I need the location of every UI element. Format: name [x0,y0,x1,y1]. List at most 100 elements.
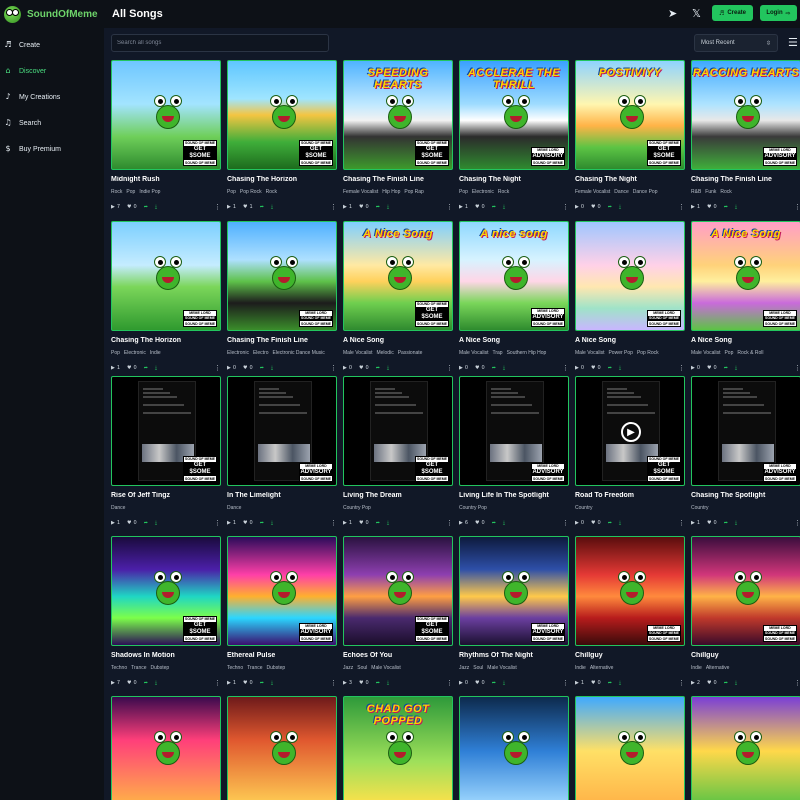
more-options-icon[interactable]: ⋮ [446,203,453,211]
create-button[interactable]: ♬ Create [712,5,753,21]
genre-tag[interactable]: Male Vocalist [691,350,720,356]
more-options-icon[interactable]: ⋮ [678,679,685,687]
like-button[interactable]: ♥ 0 [359,680,369,686]
song-cover[interactable] [575,696,685,800]
song-card[interactable]: RACCING HEARTS MEME LORD ADVISORY SOUND OF … [691,60,800,211]
sidebar-item-search[interactable]: ♫ Search [0,110,104,136]
share-icon[interactable]: ➦ [492,365,496,371]
play-count[interactable]: ▶ 0 [575,204,584,210]
download-icon[interactable]: ⤓ [271,365,273,371]
more-options-icon[interactable]: ⋮ [214,203,221,211]
download-icon[interactable]: ⤓ [503,680,505,686]
like-button[interactable]: ♥ 0 [243,365,253,371]
song-cover[interactable]: ▶ SOUND OF MEME GET $SOME SOUND OF MEME [575,376,685,486]
share-icon[interactable]: ➦ [608,680,612,686]
like-button[interactable]: ♥ 0 [359,520,369,526]
play-icon[interactable]: ▶ [621,422,641,442]
download-icon[interactable]: ⤓ [155,520,157,526]
share-icon[interactable]: ➦ [376,204,380,210]
song-card[interactable]: MEME LORD ADVISORY SOUND OF MEME In The Lim… [227,376,337,527]
play-count[interactable]: ▶ 1 [575,680,584,686]
share-icon[interactable]: ➦ [144,680,148,686]
share-icon[interactable]: ➦ [608,365,612,371]
song-title[interactable]: A Nice Song [691,337,800,346]
genre-tag[interactable]: Indie [575,665,586,671]
download-icon[interactable]: ⤓ [619,365,621,371]
genre-tag[interactable]: Male Vocalist [575,350,604,356]
download-icon[interactable]: ⤓ [619,520,621,526]
genre-tag[interactable]: Indie [691,665,702,671]
like-button[interactable]: ♥ 0 [359,204,369,210]
genre-tag[interactable]: Trance [131,665,146,671]
song-title[interactable]: Rise Of Jeff Tingz [111,492,221,501]
song-card[interactable]: MEME LORD ADVISORY SOUND OF MEME Ethereal P… [227,536,337,687]
login-button[interactable]: Login ⇨ [760,5,797,21]
play-count[interactable]: ▶ 6 [459,520,468,526]
genre-tag[interactable]: Country [691,505,709,511]
play-count[interactable]: ▶ 3 [343,680,352,686]
share-icon[interactable]: ➦ [144,520,148,526]
genre-tag[interactable]: Jazz [343,665,353,671]
genre-tag[interactable]: Male Vocalist [459,350,488,356]
like-button[interactable]: ♥ 0 [475,204,485,210]
genre-tag[interactable]: Techno [227,665,243,671]
sidebar-item-discover[interactable]: ⌂ Discover [0,58,104,84]
like-button[interactable]: ♥ 0 [707,365,717,371]
song-card[interactable]: ACCLERAE THE THRILL MEME LORD ADVISORY SOUN… [459,60,569,211]
song-title[interactable]: Road To Freedom [575,492,685,501]
like-button[interactable]: ♥ 1 [243,204,253,210]
song-card[interactable]: MEME LORD SOUND OF MEME SOUND OF MEME A Nic… [575,221,685,372]
genre-tag[interactable]: Rock [111,189,122,195]
play-count[interactable]: ▶ 1 [691,520,700,526]
share-icon[interactable]: ➦ [608,204,612,210]
download-icon[interactable]: ⤓ [387,365,389,371]
more-options-icon[interactable]: ⋮ [794,203,800,211]
genre-tag[interactable]: Jazz [459,665,469,671]
song-cover[interactable]: MEME LORD ADVISORY SOUND OF MEME [227,536,337,646]
download-icon[interactable]: ⤓ [503,365,505,371]
genre-tag[interactable]: Country Pop [459,505,487,511]
genre-tag[interactable]: Rock [266,189,277,195]
genre-tag[interactable]: Power Pop [608,350,632,356]
song-title[interactable]: A Nice Song [343,337,453,346]
song-title[interactable]: Chasing The Finish Line [227,337,337,346]
play-count[interactable]: ▶ 1 [111,365,120,371]
song-title[interactable]: A Nice Song [575,337,685,346]
download-icon[interactable]: ⤓ [387,680,389,686]
song-title[interactable]: Shadows In Motion [111,652,221,661]
share-icon[interactable]: ➦ [724,680,728,686]
song-cover[interactable]: SOUND OF MEME GET $SOME SOUND OF MEME [111,536,221,646]
song-title[interactable]: Chasing The Night [459,176,569,185]
genre-tag[interactable]: Alternative [706,665,730,671]
share-icon[interactable]: ➦ [608,520,612,526]
song-cover[interactable]: MEME LORD ADVISORY SOUND OF MEME [459,376,569,486]
genre-tag[interactable]: Electronic [227,350,249,356]
song-card[interactable]: SOUND OF MEME GET $SOME SOUND OF MEME Shado… [111,536,221,687]
song-card[interactable]: POSTIVIYY SOUND OF MEME GET $SOME SOUND OF … [575,60,685,211]
sidebar-item-my-creations[interactable]: ♪ My Creations [0,84,104,110]
like-button[interactable]: ♥ 0 [707,520,717,526]
search-box[interactable] [111,34,329,52]
genre-tag[interactable]: Dubstep [267,665,286,671]
download-icon[interactable]: ⤓ [271,204,273,210]
genre-tag[interactable]: Trap [492,350,502,356]
song-cover[interactable]: A nice song MEME LORD ADVISORY SOUND OF MEM… [459,221,569,331]
song-title[interactable]: Chillguy [691,652,800,661]
song-card[interactable] [111,696,221,800]
more-options-icon[interactable]: ⋮ [330,519,337,527]
genre-tag[interactable]: Country [575,505,593,511]
more-options-icon[interactable]: ⋮ [794,519,800,527]
share-icon[interactable]: ➦ [492,680,496,686]
play-count[interactable]: ▶ 0 [575,365,584,371]
genre-tag[interactable]: Pop [126,189,135,195]
more-options-icon[interactable]: ⋮ [330,364,337,372]
genre-tag[interactable]: Pop [111,350,120,356]
more-options-icon[interactable]: ⋮ [562,203,569,211]
share-icon[interactable]: ➦ [724,365,728,371]
like-button[interactable]: ♥ 0 [127,204,137,210]
song-cover[interactable]: CHAD GOT POPPED [343,696,453,800]
share-icon[interactable]: ➦ [492,520,496,526]
song-card[interactable]: SOUND OF MEME GET $SOME SOUND OF MEME Chasi… [227,60,337,211]
like-button[interactable]: ♥ 0 [243,520,253,526]
song-card[interactable] [575,696,685,800]
